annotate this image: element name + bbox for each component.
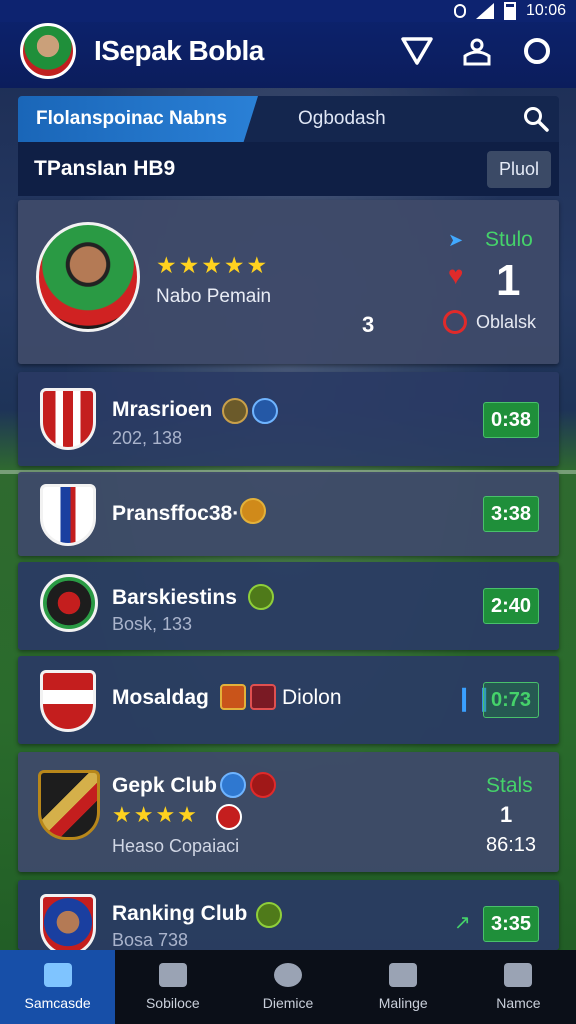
section-title: TPansIan HB9 <box>34 157 176 180</box>
club-rating-stars: ★★★★ <box>112 802 199 827</box>
tab-inactive[interactable]: Ogbodash <box>298 108 513 130</box>
club-stats-number: 1 <box>500 802 513 827</box>
club-subtitle: 202, 138 <box>112 428 183 448</box>
section-header: TPansIan HB9 Pluol <box>18 142 559 196</box>
avatar[interactable] <box>20 23 76 79</box>
ball-icon <box>256 902 282 928</box>
player-big-number: 1 <box>496 256 521 305</box>
puzzle-icon <box>43 963 72 987</box>
download-label[interactable]: Oblalsk <box>476 312 536 333</box>
club-stats-label: Stals <box>486 774 533 797</box>
ball-icon <box>274 963 302 987</box>
match-score: 2:40 <box>483 588 539 624</box>
battery-icon <box>503 2 516 20</box>
match-score: 3:38 <box>483 496 539 532</box>
nav-label: Diemice <box>262 995 314 1011</box>
trend-icon: ↗ <box>454 912 471 934</box>
tab-active[interactable]: Flolanspoinac Nabns <box>18 96 258 142</box>
trophy-icon <box>222 398 248 424</box>
bottom-nav: Samcasde Sobiloce Diemice Malinge Namce <box>0 950 576 1024</box>
player-status: Stulo <box>485 228 533 251</box>
nav-item-fifth[interactable]: Namce <box>461 950 576 1024</box>
club-crest <box>40 388 96 450</box>
club-extra: Diolon <box>282 686 342 709</box>
club-name: Mosaldag <box>112 686 209 709</box>
club-crest <box>38 770 100 840</box>
match-score: 3:35 <box>483 906 539 942</box>
user-icon <box>504 963 533 987</box>
club-subtitle: Bosk, 133 <box>112 614 193 634</box>
badge-icon <box>216 804 242 830</box>
player-rating-stars: ★★★★★ <box>156 252 270 278</box>
player-photo <box>36 222 140 332</box>
club-crest <box>40 574 98 632</box>
list-item[interactable]: Mrasrioen 202, 138 0:38 <box>18 372 559 466</box>
mail-icon <box>389 963 418 987</box>
status-bar: 10:06 <box>0 0 576 22</box>
nav-label: Malinge <box>378 995 428 1011</box>
list-item[interactable]: Mosaldag Diolon ❙❙ 0:73 <box>18 656 559 744</box>
club-subtitle: Bosa 738 <box>112 930 189 950</box>
search-icon[interactable] <box>513 96 559 142</box>
club-name: Pransffoc38· <box>112 502 240 525</box>
link-icon <box>453 4 466 18</box>
heart-icon: ♥ <box>448 260 464 290</box>
badge-icon <box>252 398 278 424</box>
player-count: 3 <box>362 312 375 337</box>
signal-icon <box>475 3 494 19</box>
list-item[interactable]: Ranking Club Bosa 738 ↗ 3:35 <box>18 880 559 956</box>
player-name: Nabo Pemain <box>156 286 272 307</box>
filter-icon[interactable] <box>396 30 438 72</box>
list-item[interactable]: Gepk Club ★★★★ Heaso Copaiaci Stals 1 86… <box>18 752 559 872</box>
nav-item-third[interactable]: Diemice <box>230 950 345 1024</box>
club-crest <box>40 484 96 546</box>
match-score: 0:73 <box>483 682 539 718</box>
nav-label: Namce <box>496 995 541 1011</box>
ball-icon <box>248 584 274 610</box>
send-icon: ➤ <box>448 230 464 250</box>
badge-icon <box>250 772 276 798</box>
list-item[interactable]: Pransffoc38· 3:38 <box>18 472 559 556</box>
status-time: 10:06 <box>525 2 566 19</box>
shield-icon <box>220 684 246 710</box>
nav-item-fourth[interactable]: Malinge <box>346 950 461 1024</box>
club-name: Barskiestins <box>112 586 237 609</box>
refresh-icon[interactable] <box>516 30 558 72</box>
list-item[interactable]: Barskiestins Bosk, 133 2:40 <box>18 562 559 650</box>
nav-label: Samcasde <box>24 995 91 1011</box>
club-stats-score: 86:13 <box>486 834 537 856</box>
tab-bar: Flolanspoinac Nabns Ogbodash <box>18 96 559 142</box>
club-subtitle: Heaso Copaiaci <box>112 836 240 856</box>
nav-item-home[interactable]: Samcasde <box>0 950 116 1024</box>
shield-icon <box>158 963 187 987</box>
featured-player-card[interactable]: ★★★★★ Nabo Pemain 3 ➤ Stulo ♥ 1 Oblalsk <box>18 200 559 364</box>
badge-icon <box>220 772 246 798</box>
club-crest <box>40 670 96 732</box>
club-name: Ranking Club <box>112 902 248 925</box>
app-title: ISepak Bobla <box>94 35 264 66</box>
club-crest <box>40 894 96 956</box>
nav-label: Sobiloce <box>145 995 200 1011</box>
match-score: 0:38 <box>483 402 539 438</box>
club-name: Mrasrioen <box>112 398 213 421</box>
shield-icon <box>250 684 276 710</box>
nav-item-second[interactable]: Sobiloce <box>115 950 230 1024</box>
download-icon[interactable] <box>443 310 467 334</box>
ball-icon <box>240 498 266 524</box>
profile-icon[interactable] <box>456 30 498 72</box>
club-name: Gepk Club <box>112 774 218 797</box>
section-button[interactable]: Pluol <box>486 150 551 188</box>
